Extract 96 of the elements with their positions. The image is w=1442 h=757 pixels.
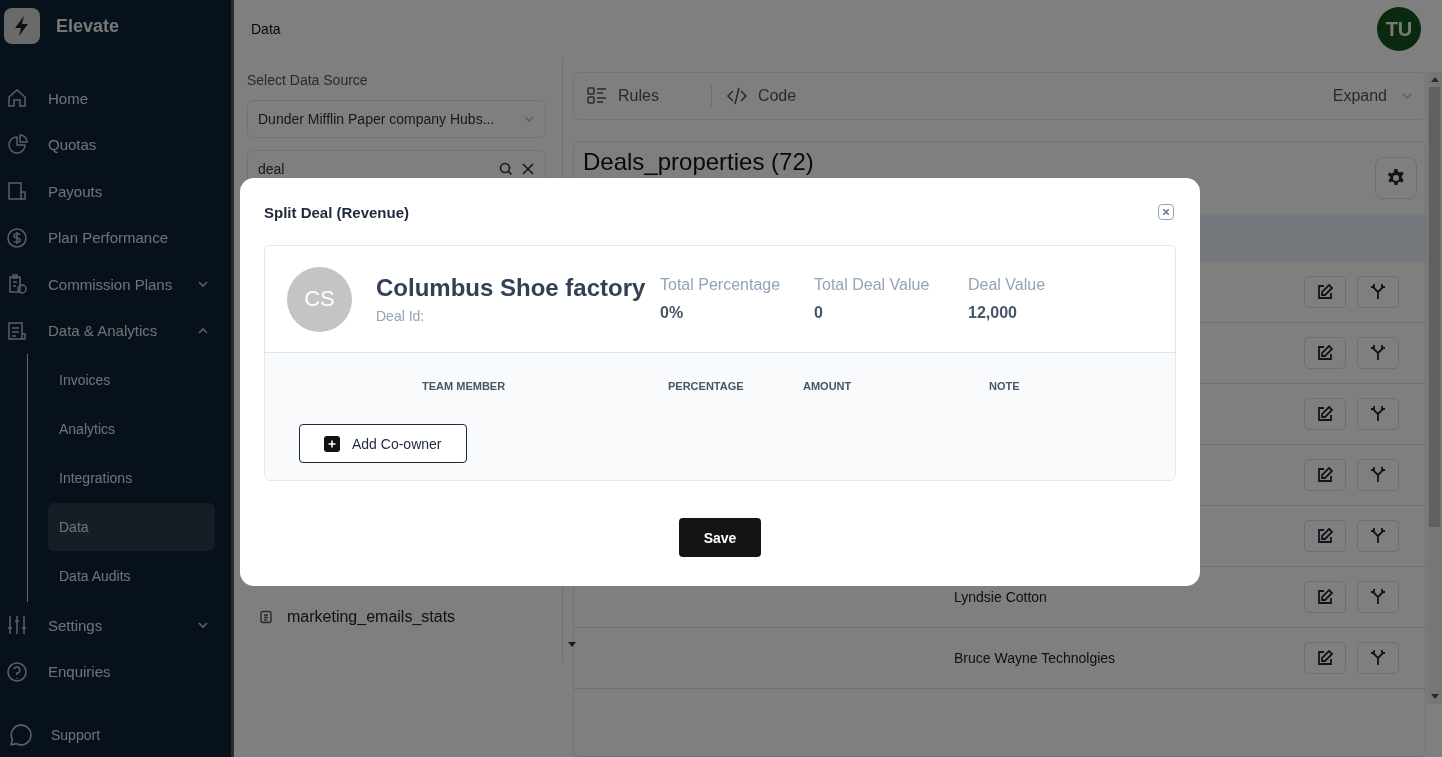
deal-name: Columbus Shoe factory [376, 274, 647, 302]
sidebar-item[interactable]: Enquiries [0, 648, 231, 695]
edit-button[interactable] [1304, 520, 1346, 552]
edit-icon [1316, 466, 1334, 484]
close-button[interactable] [1158, 204, 1174, 220]
edit-icon [1316, 649, 1334, 667]
fork-icon [1369, 405, 1387, 423]
chat-icon [9, 723, 33, 747]
page-title: Data [251, 21, 281, 37]
edit-button[interactable] [1304, 398, 1346, 430]
fork-icon [1369, 649, 1387, 667]
code-icon [725, 85, 748, 107]
scroll-down-icon[interactable] [568, 642, 576, 648]
edit-icon [1316, 405, 1334, 423]
edit-button[interactable] [1304, 337, 1346, 369]
user-avatar[interactable]: TU [1377, 7, 1421, 51]
sidebar-item[interactable]: Payouts [0, 168, 231, 215]
sidebar-item[interactable]: Settings [0, 602, 231, 649]
split-button[interactable] [1357, 276, 1399, 308]
field-label: Select Data Source [247, 72, 369, 88]
plus-icon [324, 435, 340, 452]
stat-label: Deal Value [968, 276, 1047, 294]
fork-icon [1369, 466, 1387, 484]
table-title: Deals_properties (72) [583, 149, 814, 175]
stat-label: Total Percentage [660, 276, 782, 294]
receipt-icon [6, 180, 28, 203]
stat-value: 12,000 [968, 304, 1018, 322]
edit-button[interactable] [1304, 642, 1346, 674]
sidebar-item[interactable]: Quotas [0, 121, 231, 168]
edit-icon [1316, 344, 1334, 362]
column-header: AMOUNT [803, 380, 852, 392]
edit-icon [1316, 588, 1334, 606]
sidebar-subitem[interactable]: Analytics [48, 405, 215, 453]
close-icon [1163, 209, 1169, 215]
chevron-down-icon [523, 113, 535, 125]
fork-icon [1369, 527, 1387, 545]
toolbar-tab[interactable]: Code [710, 85, 849, 107]
sidebar-subitem[interactable]: Invoices [48, 356, 215, 404]
split-button[interactable] [1357, 642, 1399, 674]
scroll-up-icon[interactable] [1431, 76, 1439, 82]
save-button[interactable]: Save [679, 518, 761, 557]
list-icon [586, 85, 608, 107]
scrollbar[interactable] [1427, 72, 1442, 704]
split-button[interactable] [1357, 337, 1399, 369]
chevron-down-icon [1401, 90, 1413, 102]
split-button[interactable] [1357, 459, 1399, 491]
fork-icon [1369, 344, 1387, 362]
sidebar-item[interactable]: Data & Analytics [0, 307, 231, 354]
split-button[interactable] [1357, 520, 1399, 552]
document-icon [6, 319, 28, 342]
table-cell-text: Lyndsie Cotton [954, 589, 1048, 605]
sidebar-item[interactable]: Plan Performance [0, 214, 231, 261]
settings-button[interactable] [1375, 157, 1417, 199]
pie-chart-icon [6, 133, 28, 156]
sidebar-item[interactable]: Commission Plans [0, 261, 231, 308]
stat-value: 0% [660, 304, 685, 322]
sidebar-subitem[interactable]: Data [48, 503, 215, 551]
expand-dropdown[interactable]: Expand [1332, 87, 1413, 105]
toolbar-tab[interactable]: Rules [586, 85, 711, 107]
close-icon[interactable] [521, 162, 535, 176]
sidebar-item[interactable]: Home [0, 75, 231, 122]
stat-value: 0 [814, 304, 824, 322]
fork-icon [1369, 283, 1387, 301]
edit-icon [1316, 283, 1334, 301]
data-source-dropdown[interactable]: Dunder Mifflin Paper company Hubs... [247, 100, 546, 138]
fork-icon [1369, 588, 1387, 606]
object-item[interactable]: marketing_emails_stats [287, 608, 456, 626]
stat-label: Total Deal Value [814, 276, 931, 294]
document-icon [259, 610, 273, 624]
app-logo-icon [4, 8, 40, 44]
edit-button[interactable] [1304, 276, 1346, 308]
clipboard-icon [6, 273, 28, 296]
settings-icon [1386, 168, 1406, 188]
sidebar-subitem[interactable]: Integrations [48, 454, 215, 502]
home-icon [6, 87, 28, 110]
dialog-title: Split Deal (Revenue) [264, 203, 410, 221]
deal-id-label: Deal Id: [376, 308, 426, 324]
column-header: TEAM MEMBER [422, 380, 506, 392]
column-header: NOTE [989, 380, 1020, 392]
search-icon [499, 162, 513, 176]
edit-icon [1316, 527, 1334, 545]
scroll-down-icon[interactable] [1431, 694, 1439, 700]
sidebar-subitem[interactable]: Data Audits [48, 552, 215, 600]
deal-avatar: CS [287, 266, 352, 332]
support-link[interactable]: Support [51, 727, 101, 743]
dollar-icon [6, 226, 28, 249]
help-icon [6, 660, 28, 683]
app-name: Elevate [56, 15, 120, 37]
split-button[interactable] [1357, 398, 1399, 430]
table-cell-text: Bruce Wayne Technolgies [954, 650, 1117, 666]
add-co-owner-button[interactable]: Add Co-owner [299, 424, 467, 463]
edit-button[interactable] [1304, 581, 1346, 613]
edit-button[interactable] [1304, 459, 1346, 491]
split-button[interactable] [1357, 581, 1399, 613]
sliders-icon [6, 614, 28, 637]
column-header: PERCENTAGE [668, 380, 744, 392]
